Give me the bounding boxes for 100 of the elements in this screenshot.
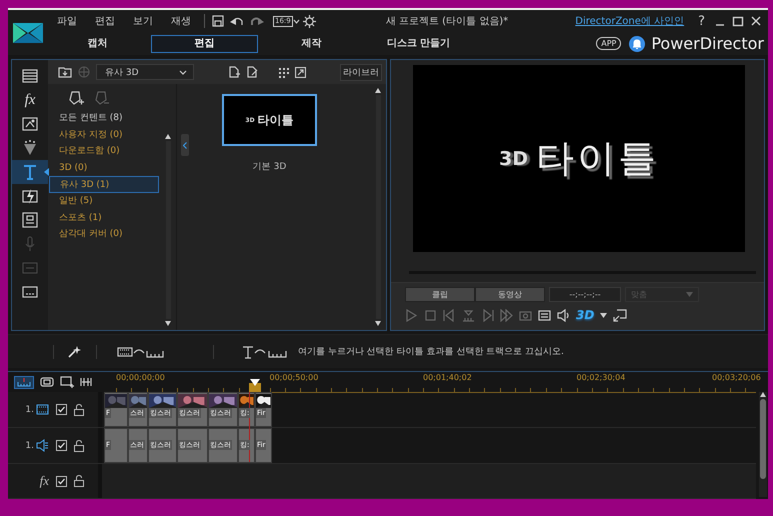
track-number: 1.: [25, 440, 34, 450]
particle-icon[interactable]: [21, 139, 39, 157]
category-item[interactable]: 유사 3D (1): [49, 176, 159, 193]
play-icon: [405, 308, 418, 322]
timeline-icon: [17, 378, 31, 386]
app-logo: [13, 22, 43, 42]
stop-icon: [424, 308, 437, 322]
storyboard-icon[interactable]: [40, 377, 54, 387]
list-icon[interactable]: [538, 308, 551, 322]
category-item[interactable]: 모든 컨텐트 (8): [49, 110, 159, 127]
category-item[interactable]: 스포츠 (1): [49, 210, 159, 226]
sign-in-link[interactable]: DirectorZone에 사인인: [575, 14, 684, 28]
timecode-field[interactable]: --;--;--;--: [549, 287, 621, 302]
app-name: PowerDirector: [651, 34, 764, 53]
dropdown-value: 유사 3D: [105, 66, 139, 78]
effect-label: fx: [40, 473, 49, 489]
add-track-icon[interactable]: [60, 376, 74, 388]
category-item[interactable]: 3D (0): [49, 160, 159, 176]
hint-text: 여기를 누르거나 선택한 타이틀 효과를 선택한 트랙으로 끄십시오.: [298, 346, 564, 358]
category-item[interactable]: 사용자 지정 (0): [49, 126, 159, 144]
video-track-icon: [36, 403, 49, 416]
title-icon[interactable]: [21, 163, 39, 181]
undo-icon[interactable]: [230, 15, 244, 27]
scroll-up-icon[interactable]: [760, 392, 766, 397]
menu-item[interactable]: 파일: [48, 14, 86, 28]
menu-item[interactable]: 보기: [124, 14, 162, 28]
category-item[interactable]: 일반 (5): [49, 192, 159, 210]
fast-forward-icon: [500, 308, 513, 322]
checked-checkbox-icon[interactable]: [56, 440, 67, 451]
menu-item[interactable]: 재생: [162, 14, 200, 28]
grid-icon[interactable]: [278, 66, 289, 78]
transition-icon[interactable]: [21, 187, 39, 205]
preview-title-text: 타이틀: [536, 135, 659, 182]
thumbnail-text: 타이틀: [258, 112, 294, 128]
effect-label[interactable]: fx: [24, 92, 36, 108]
maximize-icon[interactable]: [732, 15, 744, 27]
mode-button[interactable]: 동영상: [475, 287, 545, 302]
scroll-down-icon[interactable]: [375, 321, 381, 326]
checked-checkbox-icon[interactable]: [56, 404, 67, 415]
image-icon[interactable]: [21, 115, 39, 133]
unlocked-icon[interactable]: [74, 475, 84, 487]
remove-tag-icon: [94, 90, 110, 106]
add-title-to-track-icon[interactable]: [242, 344, 288, 358]
app-button[interactable]: APP: [596, 37, 622, 50]
chevron-left-icon: [183, 142, 187, 148]
magic-wand-icon[interactable]: [67, 344, 81, 358]
caret-icon[interactable]: [292, 18, 300, 24]
fit-icon[interactable]: [80, 377, 92, 387]
tab[interactable]: 캡처: [44, 34, 151, 52]
scroll-up-icon[interactable]: [375, 88, 381, 93]
next-frame-icon: [481, 308, 494, 322]
category-dropdown[interactable]: 유사 3D: [96, 64, 194, 80]
checked-checkbox-icon[interactable]: [56, 476, 67, 486]
help-button[interactable]: ?: [698, 14, 705, 28]
new-page-icon[interactable]: [228, 66, 240, 78]
scroll-down-icon[interactable]: [165, 321, 171, 326]
expand-icon[interactable]: [295, 66, 306, 78]
library-button[interactable]: 라이브러: [340, 64, 382, 80]
playhead-icon[interactable]: [248, 378, 262, 392]
scrollbar-thumb[interactable]: [760, 399, 766, 479]
category-item[interactable]: 다운로드함 (0): [49, 143, 159, 160]
edit-page-icon[interactable]: [246, 66, 258, 78]
pointer-icon: [44, 168, 49, 176]
scroll-up-icon[interactable]: [165, 134, 171, 139]
unlocked-icon[interactable]: [74, 440, 84, 452]
globe-icon: [78, 66, 90, 78]
menu-item[interactable]: 편집: [86, 14, 124, 28]
tab[interactable]: 디스크 만들기: [365, 34, 472, 52]
frame-icon[interactable]: [21, 211, 39, 229]
add-tag-icon[interactable]: [68, 90, 84, 106]
split-icon: [462, 308, 475, 322]
mode-button[interactable]: 클립: [405, 287, 475, 302]
media-icon[interactable]: [21, 67, 39, 85]
template-name: 기본 3D: [252, 161, 286, 173]
window-title: 새 프로젝트 (타이틀 없음)*: [384, 15, 510, 28]
previous-frame-icon: [443, 308, 456, 322]
preview-title-text: 3D: [499, 148, 528, 170]
caret-icon: [686, 292, 693, 297]
camera-icon: [519, 308, 532, 322]
collapse-button[interactable]: [181, 134, 189, 156]
caret-icon: [179, 70, 187, 74]
ruler-label: 00;00;00;00: [116, 372, 165, 382]
close-icon[interactable]: [750, 15, 762, 27]
import-folder-icon[interactable]: [58, 66, 72, 78]
timeline-mode-button[interactable]: [14, 376, 34, 388]
redo-icon: [250, 15, 264, 27]
unlocked-icon[interactable]: [74, 404, 84, 416]
caret-icon[interactable]: [600, 312, 608, 318]
tab[interactable]: 편집: [151, 34, 258, 52]
stereo-3d-button[interactable]: 3D: [576, 308, 594, 322]
ruler-label: 00;01;40;02: [423, 372, 472, 382]
add-video-to-track-icon[interactable]: [117, 346, 165, 358]
undock-icon[interactable]: [613, 308, 628, 322]
category-item[interactable]: 삼각대 커버 (0): [49, 226, 159, 243]
volume-icon[interactable]: [557, 308, 570, 322]
save-icon[interactable]: [212, 15, 224, 27]
tab[interactable]: 제작: [258, 34, 365, 52]
ruler-label: 00;02;30;04: [576, 372, 626, 382]
bell-icon[interactable]: [629, 36, 646, 52]
settings-icon[interactable]: [302, 14, 316, 28]
